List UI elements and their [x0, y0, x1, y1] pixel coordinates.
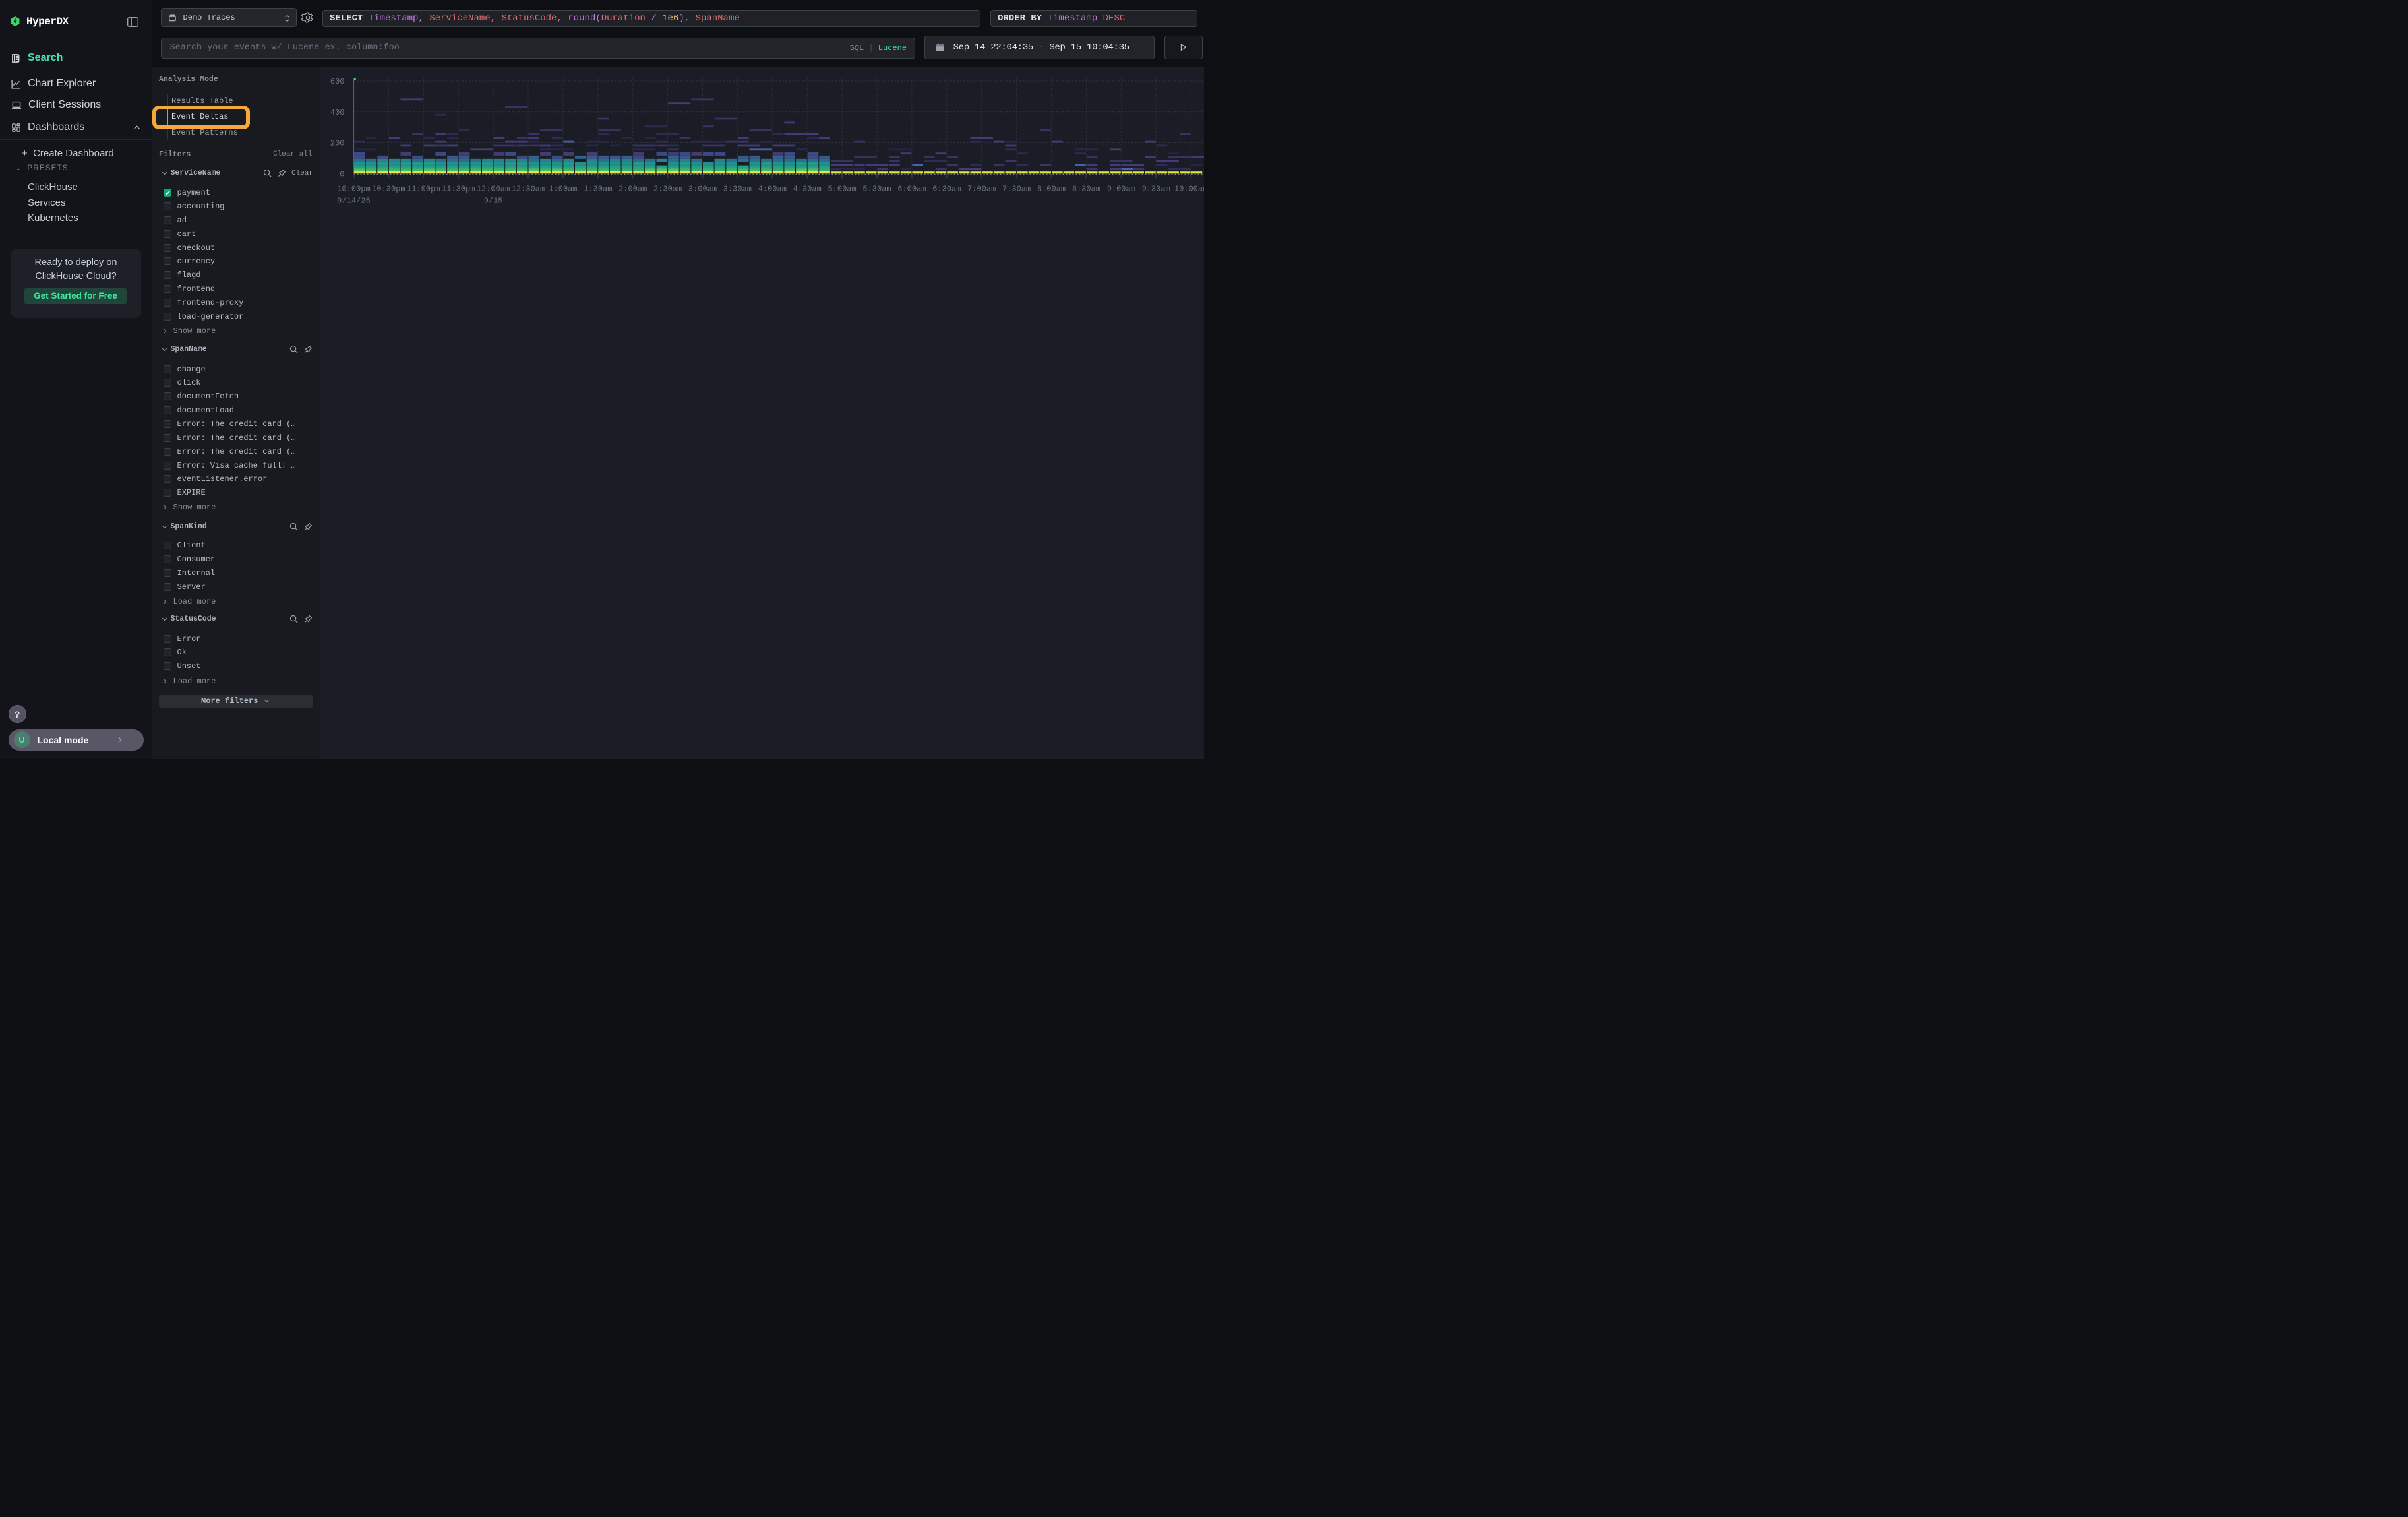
svg-text:12:30am: 12:30am — [511, 184, 544, 193]
svg-text:9/14/25: 9/14/25 — [337, 196, 370, 205]
svg-text:2:30am: 2:30am — [653, 184, 681, 193]
svg-text:4:30am: 4:30am — [793, 184, 821, 193]
svg-text:9/15: 9/15 — [483, 196, 502, 205]
svg-text:1:30am: 1:30am — [584, 184, 612, 193]
svg-text:8:00am: 8:00am — [1037, 184, 1065, 193]
svg-text:11:30pm: 11:30pm — [441, 184, 474, 193]
svg-text:8:30am: 8:30am — [1071, 184, 1100, 193]
svg-text:400: 400 — [330, 108, 344, 117]
svg-text:3:30am: 3:30am — [723, 184, 751, 193]
svg-text:7:30am: 7:30am — [1002, 184, 1030, 193]
svg-text:200: 200 — [330, 139, 344, 148]
svg-text:10:00pm: 10:00pm — [337, 184, 370, 193]
svg-text:11:00pm: 11:00pm — [407, 184, 440, 193]
svg-text:9:30am: 9:30am — [1141, 184, 1170, 193]
svg-text:600: 600 — [330, 77, 344, 86]
svg-text:12:00am: 12:00am — [476, 184, 509, 193]
svg-text:10:00am: 10:00am — [1174, 184, 1203, 193]
svg-text:1:00am: 1:00am — [549, 184, 577, 193]
svg-text:2:00am: 2:00am — [618, 184, 647, 193]
svg-text:9:00am: 9:00am — [1106, 184, 1135, 193]
svg-text:3:00am: 3:00am — [688, 184, 716, 193]
svg-text:10:30pm: 10:30pm — [372, 184, 405, 193]
svg-text:7:00am: 7:00am — [967, 184, 996, 193]
svg-text:5:00am: 5:00am — [828, 184, 856, 193]
svg-text:0: 0 — [340, 170, 344, 179]
svg-text:4:00am: 4:00am — [758, 184, 786, 193]
svg-text:6:00am: 6:00am — [897, 184, 926, 193]
svg-text:5:30am: 5:30am — [862, 184, 891, 193]
svg-text:6:30am: 6:30am — [932, 184, 961, 193]
